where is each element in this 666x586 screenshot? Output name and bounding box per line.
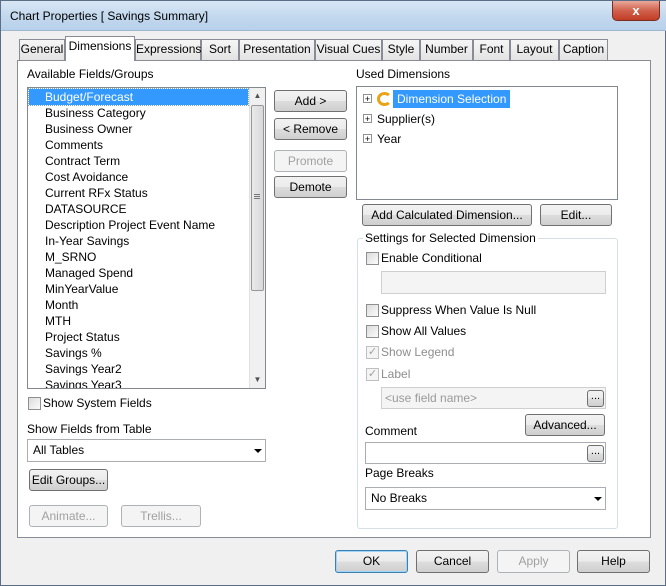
enable-conditional-label: Enable Conditional [381, 251, 482, 265]
scroll-down-icon[interactable]: ▼ [250, 372, 265, 388]
used-dimension-item-selected[interactable]: Dimension Selection [393, 90, 511, 108]
tab-general[interactable]: General [19, 39, 65, 60]
tab-sort[interactable]: Sort [201, 39, 239, 60]
show-system-fields-label: Show System Fields [43, 396, 152, 410]
cancel-button[interactable]: Cancel [416, 550, 489, 573]
demote-button[interactable]: Demote [274, 176, 347, 198]
available-field-item[interactable]: MTH [29, 313, 248, 329]
tab-caption[interactable]: Caption [559, 39, 608, 60]
window-title: Chart Properties [ Savings Summary] [10, 9, 209, 23]
available-fields-label: Available Fields/Groups [27, 67, 154, 81]
label-field-placeholder: <use field name> [385, 391, 478, 405]
used-dimension-item[interactable]: Supplier(s) [377, 111, 435, 127]
available-field-item[interactable]: DATASOURCE [29, 201, 248, 217]
available-field-item[interactable]: Savings Year2 [29, 361, 248, 377]
available-field-item[interactable]: Project Status [29, 329, 248, 345]
add-button[interactable]: Add > [274, 90, 347, 112]
available-fields-list[interactable]: Budget/Forecast Business Category Business… [27, 87, 266, 389]
suppress-null-label: Suppress When Value Is Null [381, 303, 537, 317]
conditional-expression-field [381, 271, 606, 294]
tab-dimensions[interactable]: Dimensions [65, 36, 135, 61]
promote-button[interactable]: Promote [274, 150, 347, 172]
page-breaks-label: Page Breaks [365, 466, 434, 480]
cycle-group-icon [377, 92, 392, 106]
tab-visual-cues[interactable]: Visual Cues [315, 39, 382, 60]
scroll-thumb[interactable] [251, 105, 264, 291]
available-field-item[interactable]: In-Year Savings [29, 233, 248, 249]
settings-group-label: Settings for Selected Dimension [363, 231, 538, 245]
label-checkbox: ✓ [366, 368, 379, 381]
comment-expression-button[interactable]: ... [587, 445, 604, 462]
available-field-item[interactable]: Comments [29, 137, 248, 153]
chevron-down-icon [594, 497, 602, 501]
comment-field[interactable] [365, 442, 606, 464]
show-all-values-checkbox[interactable] [366, 325, 379, 338]
tab-expressions[interactable]: Expressions [135, 39, 201, 60]
available-field-item[interactable]: Description Project Event Name [29, 217, 248, 233]
show-legend-label: Show Legend [381, 345, 455, 359]
label-field: <use field name> [381, 387, 606, 409]
show-fields-from-value: All Tables [33, 443, 85, 457]
available-field-item[interactable]: Business Owner [29, 121, 248, 137]
expand-icon[interactable]: + [363, 94, 372, 104]
show-system-fields-checkbox[interactable] [28, 397, 41, 410]
apply-button[interactable]: Apply [497, 550, 570, 573]
remove-button[interactable]: < Remove [274, 118, 347, 140]
available-field-item[interactable]: Budget/Forecast [28, 88, 249, 106]
expand-icon[interactable]: + [363, 134, 372, 144]
help-button[interactable]: Help [577, 550, 650, 573]
show-fields-from-label: Show Fields from Table [27, 422, 152, 436]
edit-button[interactable]: Edit... [540, 204, 612, 226]
tab-number[interactable]: Number [420, 39, 473, 60]
available-field-item[interactable]: Savings % [29, 345, 248, 361]
close-icon: x [632, 3, 640, 18]
available-field-item[interactable]: Current RFx Status [29, 185, 248, 201]
show-fields-from-select[interactable]: All Tables [27, 439, 266, 462]
scroll-up-icon[interactable]: ▲ [250, 88, 265, 104]
available-field-item[interactable]: MinYearValue [29, 281, 248, 297]
label-expression-button[interactable]: ... [587, 390, 604, 407]
trellis-button[interactable]: Trellis... [121, 505, 201, 527]
close-button[interactable]: x [612, 1, 660, 21]
page-breaks-value: No Breaks [371, 491, 428, 505]
tab-layout[interactable]: Layout [510, 39, 559, 60]
advanced-button[interactable]: Advanced... [525, 414, 605, 436]
used-dimensions-tree[interactable]: + Dimension Selection + Supplier(s) + Ye… [356, 86, 618, 200]
animate-button[interactable]: Animate... [29, 505, 108, 527]
available-fields-scrollbar[interactable]: ▲ ▼ [249, 88, 265, 388]
comment-label: Comment [365, 424, 418, 438]
title-bar: Chart Properties [ Savings Summary] x [1, 1, 666, 31]
available-field-item[interactable]: Cost Avoidance [29, 169, 248, 185]
used-dimensions-label: Used Dimensions [356, 67, 451, 81]
suppress-null-checkbox[interactable] [366, 304, 379, 317]
used-dimension-item[interactable]: Year [377, 131, 401, 147]
expand-icon[interactable]: + [363, 114, 372, 124]
tab-style[interactable]: Style [382, 39, 420, 60]
available-field-item[interactable]: Business Category [29, 105, 248, 121]
label-label: Label [381, 367, 411, 381]
scroll-grip-icon [254, 194, 260, 195]
tab-presentation[interactable]: Presentation [239, 39, 315, 60]
page-breaks-select[interactable]: No Breaks [365, 487, 606, 510]
enable-conditional-checkbox[interactable] [366, 252, 379, 265]
ok-button[interactable]: OK [335, 550, 408, 573]
show-legend-checkbox: ✓ [366, 346, 379, 359]
available-field-item[interactable]: Savings Year3 [29, 377, 248, 388]
available-field-item[interactable]: Month [29, 297, 248, 313]
available-field-item[interactable]: Managed Spend [29, 265, 248, 281]
chart-properties-dialog: Chart Properties [ Savings Summary] x Ge… [0, 0, 666, 586]
add-calculated-dimension-button[interactable]: Add Calculated Dimension... [362, 204, 532, 226]
show-all-values-label: Show All Values [381, 324, 467, 338]
available-field-item[interactable]: Contract Term [29, 153, 248, 169]
tab-font[interactable]: Font [473, 39, 510, 60]
available-field-item[interactable]: M_SRNO [29, 249, 248, 265]
chevron-down-icon [254, 449, 262, 453]
edit-groups-button[interactable]: Edit Groups... [29, 469, 108, 491]
